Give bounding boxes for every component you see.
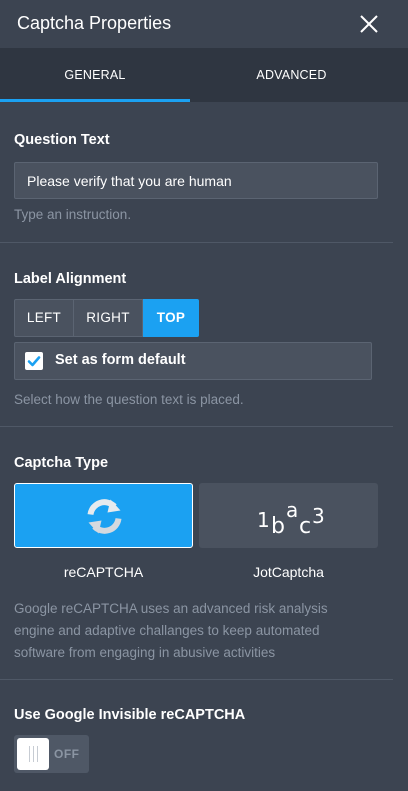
divider [0,679,393,680]
align-left-button[interactable]: LEFT [14,299,74,337]
jotcaptcha-icon: 1 b a c 3 [257,498,325,539]
panel-title: Captcha Properties [17,13,172,33]
tab-general-label: GENERAL [64,68,126,82]
jotcaptcha-option[interactable]: 1 b a c 3 [199,483,378,548]
active-tab-indicator [0,99,190,102]
divider [0,426,393,427]
panel-header: Captcha Properties [0,0,408,48]
tab-general[interactable]: GENERAL [0,48,190,102]
tab-advanced[interactable]: ADVANCED [190,48,393,102]
toggle-state-label: OFF [54,747,80,761]
divider [0,242,393,243]
svg-text:1: 1 [257,508,270,532]
label-alignment-label: Label Alignment [14,271,127,287]
captcha-type-label: Captcha Type [14,455,109,471]
set-form-default-checkbox[interactable] [25,352,43,370]
toggle-knob [17,738,49,770]
label-alignment-help: Select how the question text is placed. [14,392,244,407]
tab-advanced-label: ADVANCED [256,68,327,82]
align-top-button[interactable]: TOP [143,299,199,337]
question-text-help: Type an instruction. [14,207,132,222]
question-text-label: Question Text [14,132,110,148]
svg-text:3: 3 [312,504,325,528]
invisible-recaptcha-toggle[interactable]: OFF [14,735,89,773]
invisible-recaptcha-label: Use Google Invisible reCAPTCHA [14,707,246,723]
set-form-default-row[interactable]: Set as form default [14,342,372,380]
recaptcha-option-label: reCAPTCHA [63,564,144,580]
scrollbar-track[interactable] [393,102,408,791]
recaptcha-icon [87,499,122,534]
recaptcha-option[interactable] [14,483,193,548]
align-right-button[interactable]: RIGHT [74,299,143,337]
captcha-type-help: Google reCAPTCHA uses an advanced risk a… [14,601,328,660]
question-text-input[interactable] [14,162,378,199]
set-form-default-label: Set as form default [55,352,186,368]
jotcaptcha-option-label: JotCaptcha [253,564,324,580]
svg-text:a: a [286,498,298,522]
svg-text:c: c [299,514,311,539]
tab-bar: GENERAL ADVANCED [0,48,408,102]
checkmark-icon [27,356,41,367]
label-alignment-group: LEFT RIGHT TOP [14,299,199,337]
svg-text:b: b [271,514,285,539]
close-icon[interactable] [356,11,382,37]
